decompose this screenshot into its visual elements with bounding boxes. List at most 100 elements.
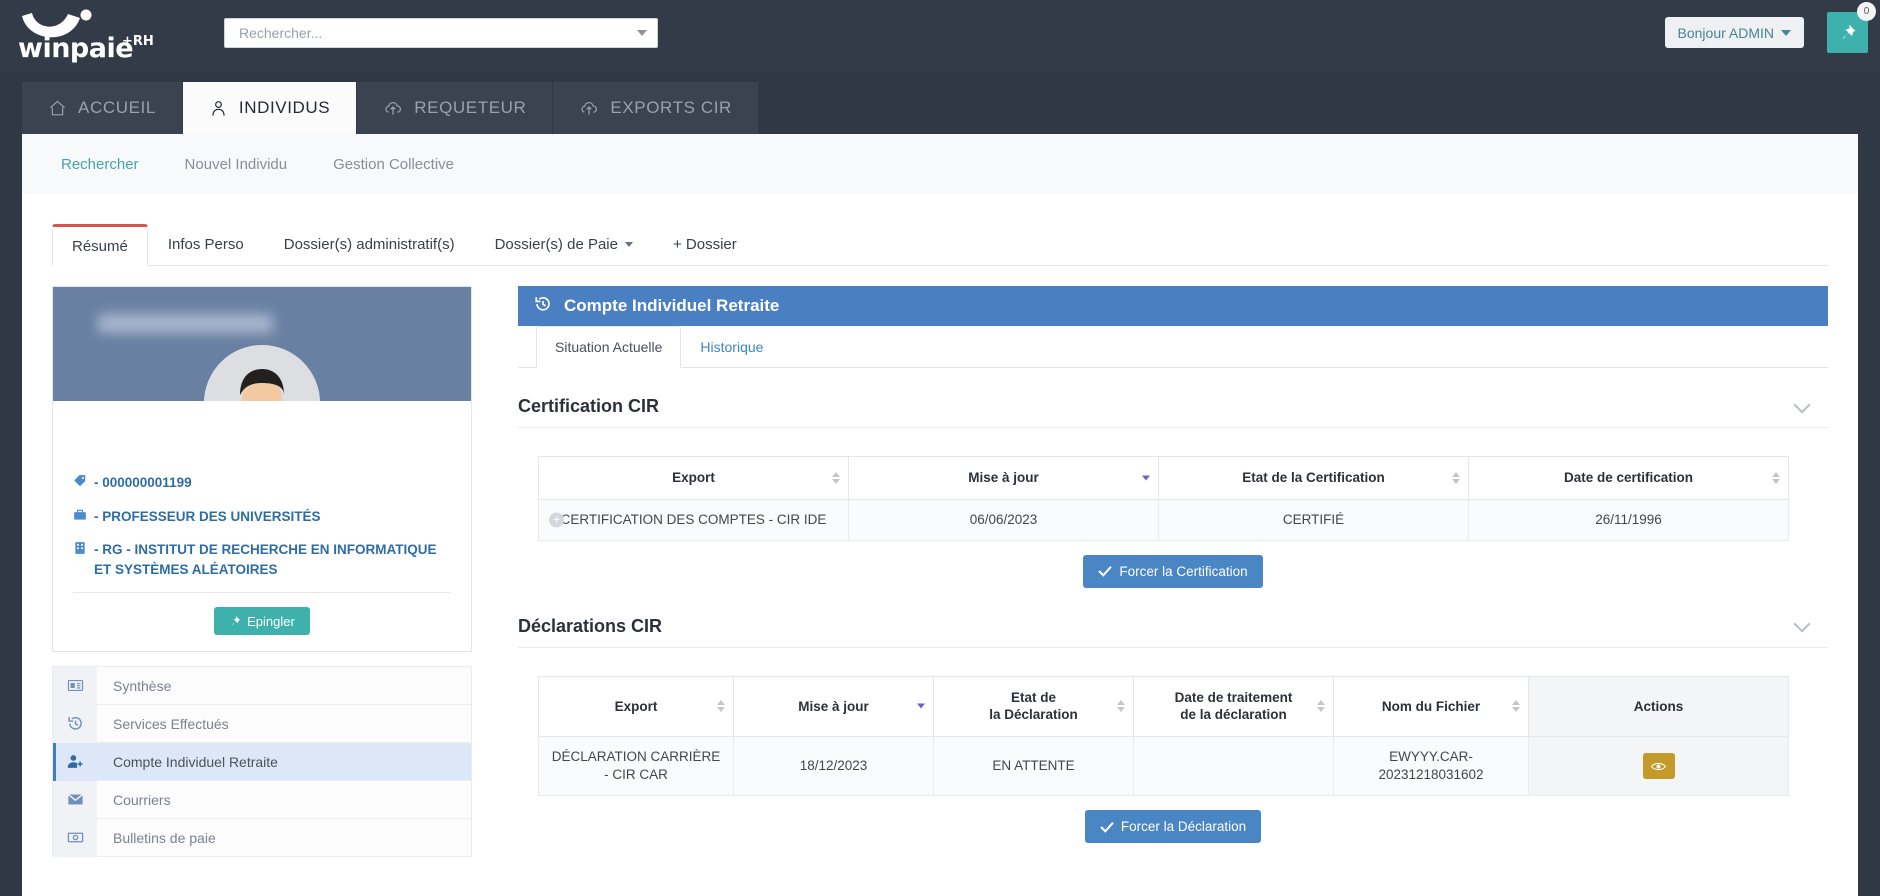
subnav-item-rechercher[interactable]: Rechercher: [38, 156, 162, 173]
money-icon: [53, 818, 97, 857]
person-icon: [209, 99, 228, 118]
panel-title: Compte Individuel Retraite: [564, 296, 780, 315]
profile-details: - 000000001199 - PROFESSEUR DES UNIVERSI…: [53, 401, 471, 579]
certification-table: Export Mise à jour Etat de la Certificat…: [538, 456, 1789, 541]
col-mise-a-jour[interactable]: Mise à jour: [733, 675, 934, 737]
sub-navigation: Rechercher Nouvel Individu Gestion Colle…: [22, 134, 1858, 194]
col-label: Mise à jour: [798, 698, 869, 714]
check-icon: [1100, 821, 1114, 833]
col-label: Date de certification: [1563, 470, 1694, 485]
col-export[interactable]: Export: [538, 456, 849, 500]
cell-actions: [1528, 735, 1789, 797]
tab-dossiers-de-paie[interactable]: Dossier(s) de Paie: [475, 224, 653, 265]
subnav-item-gestion-collective[interactable]: Gestion Collective: [310, 156, 477, 173]
chevron-down-icon: [624, 242, 633, 247]
certification-title: Certification CIR: [518, 396, 660, 416]
tab-individus[interactable]: INDIVIDUS: [182, 82, 358, 134]
tab-accueil[interactable]: ACCUEIL: [22, 82, 183, 134]
home-icon: [48, 99, 67, 118]
sort-icon: [1117, 700, 1125, 713]
eye-icon: [1651, 762, 1666, 770]
tab-historique[interactable]: Historique: [681, 326, 782, 367]
tab-add-dossier[interactable]: + Dossier: [653, 224, 757, 265]
search-input[interactable]: [239, 19, 619, 47]
cell-date-certification: 26/11/1996: [1468, 498, 1789, 541]
col-label: Actions: [1633, 698, 1684, 714]
col-export[interactable]: Export: [538, 675, 734, 737]
global-search[interactable]: [224, 18, 658, 48]
profile-org: - RG - INSTITUT DE RECHERCHE EN INFORMAT…: [94, 542, 437, 577]
sidebar-item-label: Compte Individuel Retraite: [113, 753, 278, 770]
chevron-down-icon[interactable]: [637, 30, 647, 36]
cell-nom-fichier: EWYYY.CAR-20231218031602: [1333, 735, 1529, 797]
tab-label: REQUETEUR: [414, 98, 527, 117]
col-label-line1: Date de traitement: [1174, 689, 1293, 705]
profile-side-menu: Synthèse Services Effectués Compte Indiv…: [52, 666, 472, 858]
col-mise-a-jour[interactable]: Mise à jour: [848, 456, 1159, 500]
subnav-item-nouvel-individu[interactable]: Nouvel Individu: [162, 156, 311, 173]
col-label-line2: la Déclaration: [989, 707, 1078, 723]
profile-org-row: - RG - INSTITUT DE RECHERCHE EN INFORMAT…: [73, 540, 451, 579]
pin-icon: [1842, 24, 1856, 39]
profile-card: - 000000001199 - PROFESSEUR DES UNIVERSI…: [52, 286, 472, 653]
sidebar-item-services-effectues[interactable]: Services Effectués: [53, 704, 471, 744]
cloud-upload-icon: [579, 98, 599, 118]
col-label: Export: [672, 470, 715, 485]
tab-resume[interactable]: Résumé: [52, 224, 148, 266]
col-label: Mise à jour: [968, 470, 1039, 485]
cell-value: CERTIFICATION DES COMPTES - CIR IDE: [560, 511, 827, 527]
col-etat-declaration[interactable]: Etat de la Déclaration: [933, 675, 1134, 737]
col-date-certification[interactable]: Date de certification: [1468, 456, 1789, 500]
profile-banner: [53, 287, 471, 401]
pin-profile-button[interactable]: Epingler: [214, 607, 310, 636]
brand-logo[interactable]: winpaie +RH: [10, 6, 160, 66]
sidebar-item-courriers[interactable]: Courriers: [53, 780, 471, 820]
profile-matricule-row: - 000000001199: [73, 473, 451, 494]
sidebar-item-compte-individuel-retraite[interactable]: Compte Individuel Retraite: [53, 742, 471, 782]
user-menu-button[interactable]: Bonjour ADMIN: [1664, 17, 1804, 48]
tab-infos-perso[interactable]: Infos Perso: [148, 224, 264, 265]
tab-label: Dossier(s) de Paie: [494, 236, 618, 253]
tab-situation-actuelle[interactable]: Situation Actuelle: [536, 326, 682, 368]
col-etat-certification[interactable]: Etat de la Certification: [1158, 456, 1469, 500]
tab-dossiers-administratifs[interactable]: Dossier(s) administratif(s): [264, 224, 475, 265]
tab-label: INDIVIDUS: [238, 98, 331, 117]
cloud-upload-icon: [383, 98, 403, 118]
pin-icon: [232, 616, 241, 626]
sidebar-item-label: Courriers: [113, 791, 171, 808]
divider: [73, 592, 451, 594]
col-label-line2: de la déclaration: [1180, 707, 1287, 723]
pin-profile-label: Epingler: [247, 613, 295, 629]
chevron-down-icon[interactable]: [1793, 396, 1811, 413]
sort-icon-active: [1142, 475, 1150, 481]
top-bar: winpaie +RH Bonjour ADMIN 0: [0, 0, 1880, 72]
forcer-declaration-button[interactable]: Forcer la Déclaration: [1084, 810, 1262, 844]
sidebar-item-bulletins-de-paie[interactable]: Bulletins de paie: [53, 818, 471, 858]
avatar: [204, 345, 320, 401]
brand-name: winpaie: [18, 33, 134, 64]
content-shell: Rechercher Nouvel Individu Gestion Colle…: [22, 134, 1858, 896]
col-label-line1: Etat de: [1010, 689, 1056, 705]
chevron-down-icon[interactable]: [1793, 615, 1811, 633]
declarations-title: Déclarations CIR: [518, 615, 663, 636]
tab-exports-cir[interactable]: EXPORTS CIR: [553, 82, 759, 134]
col-date-traitement[interactable]: Date de traitement de la déclaration: [1133, 675, 1334, 737]
col-nom-fichier[interactable]: Nom du Fichier: [1333, 675, 1529, 737]
sort-icon: [1317, 700, 1325, 713]
profile-job-row: - PROFESSEUR DES UNIVERSITÉS: [73, 507, 451, 528]
expand-row-icon[interactable]: +: [549, 512, 564, 528]
forcer-certification-button[interactable]: Forcer la Certification: [1083, 554, 1263, 588]
tab-requeteur[interactable]: REQUETEUR: [357, 82, 554, 134]
profile-matricule: - 000000001199: [94, 475, 192, 490]
sort-icon: [717, 700, 725, 713]
col-label: Etat de la Certification: [1242, 470, 1385, 485]
user-plus-icon: [53, 742, 97, 781]
sidebar-item-synthese[interactable]: Synthèse: [53, 666, 471, 706]
view-declaration-button[interactable]: [1642, 753, 1675, 780]
tab-label: + Dossier: [672, 236, 737, 253]
building-icon: [73, 541, 87, 561]
sidebar-item-label: Bulletins de paie: [113, 829, 216, 846]
table-header-row: Export Mise à jour Etat de la Certificat…: [538, 456, 1789, 500]
declarations-section-header: Déclarations CIR: [518, 616, 1828, 648]
cell-mise-a-jour: 18/12/2023: [733, 735, 934, 797]
